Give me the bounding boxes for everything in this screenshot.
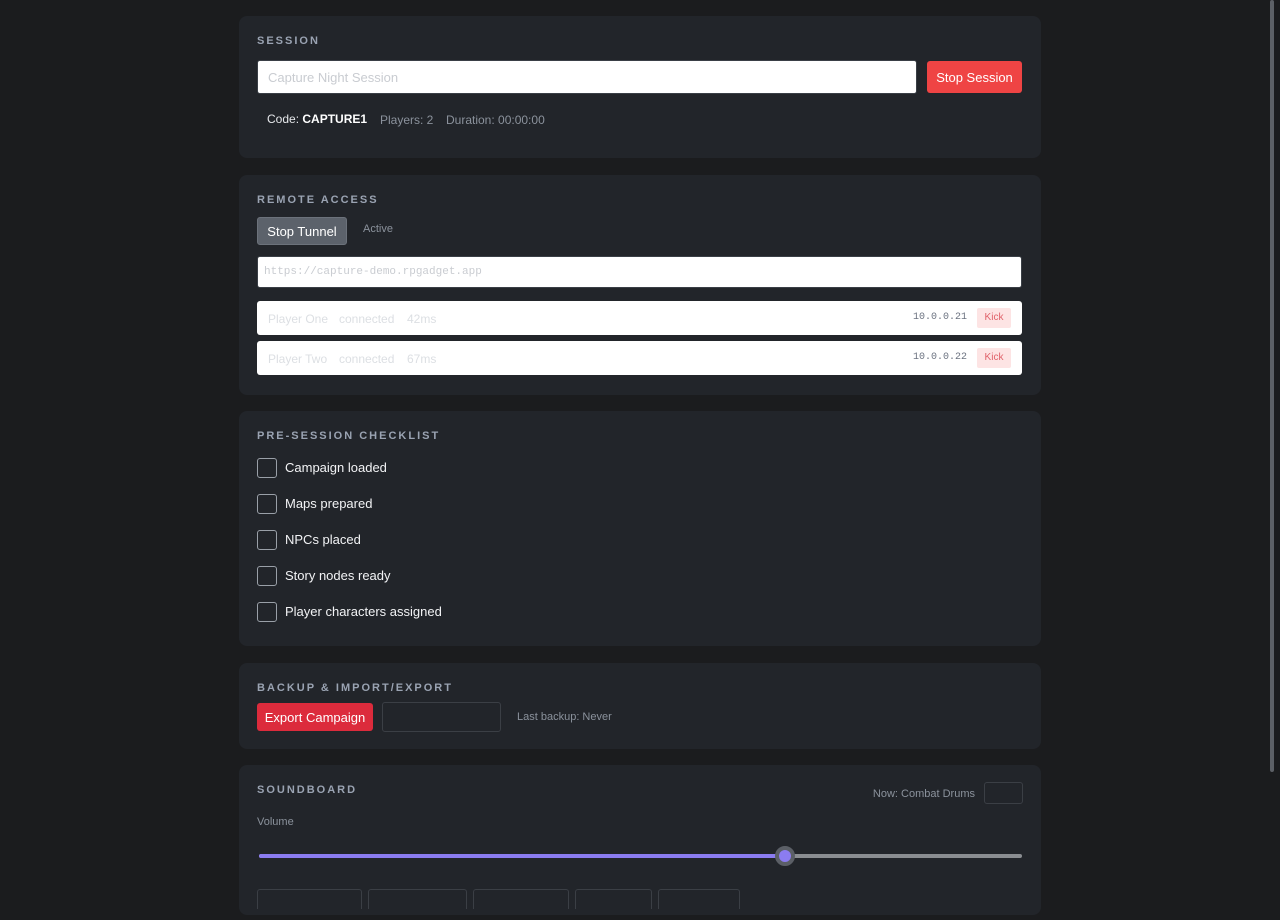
- player-status: connected: [339, 312, 395, 326]
- checklist-item-label: Story nodes ready: [285, 568, 391, 583]
- volume-label: Volume: [257, 816, 294, 828]
- checkbox[interactable]: [257, 458, 277, 478]
- sound-button[interactable]: [658, 889, 740, 909]
- remote-access-panel: REMOTE ACCESS Stop Tunnel Active Player …: [239, 175, 1041, 395]
- now-playing-text: Now: Combat Drums: [872, 788, 975, 800]
- volume-slider-fill: [259, 854, 786, 858]
- stop-session-button[interactable]: Stop Session: [927, 61, 1022, 93]
- checklist-item-label: Player characters assigned: [285, 604, 442, 619]
- stop-tunnel-button[interactable]: Stop Tunnel: [257, 217, 347, 245]
- player-row: Player One connected 42ms 10.0.0.21 Kick: [257, 301, 1022, 335]
- checkbox[interactable]: [257, 602, 277, 622]
- backup-panel: BACKUP & IMPORT/EXPORT Export Campaign L…: [239, 663, 1041, 749]
- checkbox[interactable]: [257, 494, 277, 514]
- session-duration: Duration: 00:00:00: [446, 113, 545, 127]
- last-backup-text: Last backup: Never: [517, 711, 612, 723]
- player-ip: 10.0.0.21: [912, 312, 967, 323]
- session-title: SESSION: [257, 35, 320, 47]
- player-ip: 10.0.0.22: [912, 352, 967, 363]
- session-players-count: Players: 2: [380, 113, 434, 127]
- checklist-title: PRE-SESSION CHECKLIST: [257, 430, 441, 442]
- soundboard-panel: SOUNDBOARD Now: Combat Drums Volume: [239, 765, 1041, 915]
- player-status: connected: [339, 352, 395, 366]
- sound-button[interactable]: [575, 889, 652, 909]
- page-scrollbar[interactable]: [1270, 0, 1274, 772]
- player-ping: 42ms: [407, 312, 437, 326]
- session-panel: SESSION Stop Session Code: CAPTURE1 Play…: [239, 16, 1041, 158]
- checklist-item-label: NPCs placed: [285, 532, 361, 547]
- kick-player-button[interactable]: Kick: [977, 308, 1011, 328]
- tunnel-status: Active: [363, 223, 393, 235]
- player-row: Player Two connected 67ms 10.0.0.22 Kick: [257, 341, 1022, 375]
- session-code-label: Code:: [267, 112, 303, 126]
- checkbox[interactable]: [257, 530, 277, 550]
- player-name: Player One: [268, 312, 329, 326]
- export-campaign-button[interactable]: Export Campaign: [257, 703, 373, 731]
- player-name: Player Two: [268, 352, 328, 366]
- sound-button[interactable]: [473, 889, 569, 909]
- player-ping: 67ms: [407, 352, 437, 366]
- import-file-input[interactable]: [382, 702, 501, 732]
- session-name-input[interactable]: [257, 60, 917, 94]
- soundboard-title: SOUNDBOARD: [257, 784, 358, 796]
- tunnel-url-input[interactable]: [257, 256, 1022, 288]
- sound-button[interactable]: [257, 889, 362, 909]
- checklist-panel: PRE-SESSION CHECKLIST Campaign loaded Ma…: [239, 411, 1041, 646]
- session-code: Code: CAPTURE1: [267, 112, 367, 126]
- remote-access-title: REMOTE ACCESS: [257, 194, 379, 206]
- volume-slider-thumb[interactable]: [775, 846, 796, 866]
- checkbox[interactable]: [257, 566, 277, 586]
- stop-sound-button[interactable]: [984, 782, 1023, 804]
- session-code-value: CAPTURE1: [302, 112, 368, 126]
- backup-title: BACKUP & IMPORT/EXPORT: [257, 682, 453, 694]
- checklist-item-label: Campaign loaded: [285, 460, 387, 475]
- checklist-item-label: Maps prepared: [285, 496, 373, 511]
- kick-player-button[interactable]: Kick: [977, 348, 1011, 368]
- sound-button[interactable]: [368, 889, 467, 909]
